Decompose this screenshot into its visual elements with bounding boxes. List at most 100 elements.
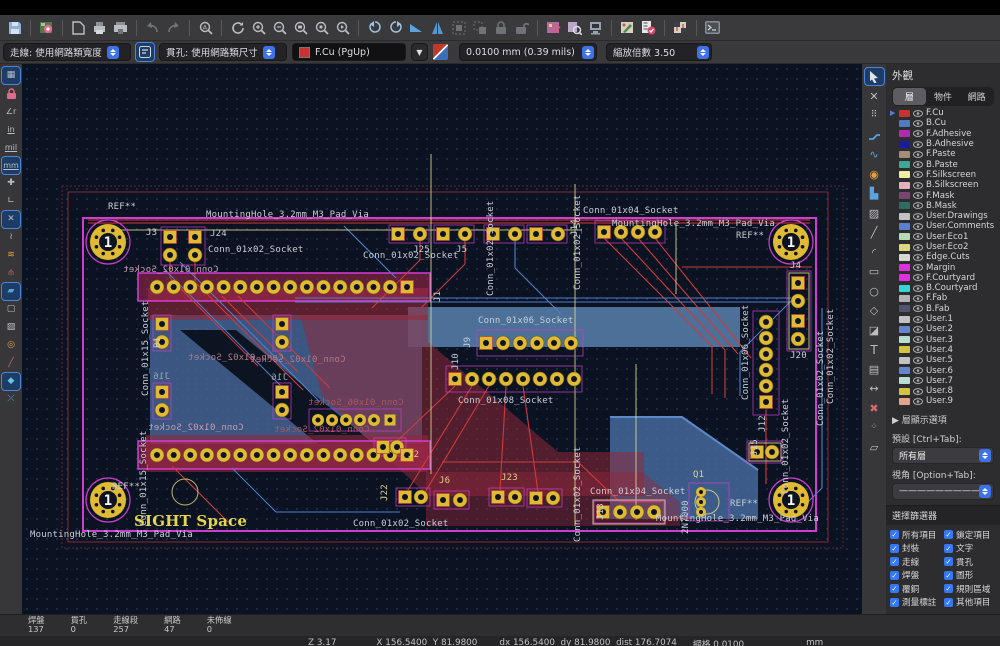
visibility-eye-icon[interactable] bbox=[913, 377, 923, 384]
track-sketch-icon[interactable]: ╱ bbox=[2, 355, 20, 372]
redo-icon[interactable] bbox=[164, 18, 183, 37]
preset-select[interactable]: 所有層 bbox=[892, 447, 994, 464]
rotate-cw-icon[interactable] bbox=[386, 18, 405, 37]
edit-footprints-icon[interactable] bbox=[618, 18, 637, 37]
polar-coords-icon[interactable]: ∠r bbox=[2, 103, 20, 120]
group-icon[interactable] bbox=[449, 18, 468, 37]
visibility-eye-icon[interactable] bbox=[913, 285, 923, 292]
layer-row[interactable]: F.Silkscreen bbox=[886, 170, 1000, 180]
layer-row[interactable]: User.2 bbox=[886, 324, 1000, 334]
filter-item[interactable]: ✓覆銅 bbox=[890, 583, 942, 595]
track-width-select[interactable]: 走線: 使用網路類寬度 bbox=[3, 43, 131, 61]
units-inch-icon[interactable]: in bbox=[2, 121, 20, 138]
visibility-eye-icon[interactable] bbox=[913, 305, 923, 312]
filter-item[interactable]: ✓封裝 bbox=[890, 542, 942, 554]
layer-color-swatch[interactable] bbox=[899, 254, 910, 261]
zone-filled-icon[interactable]: ▰ bbox=[2, 283, 20, 300]
auto-track-width-icon[interactable] bbox=[136, 43, 154, 61]
visibility-eye-icon[interactable] bbox=[913, 326, 923, 333]
layer-color-swatch[interactable] bbox=[899, 192, 910, 199]
checkbox-checked-icon[interactable]: ✓ bbox=[890, 584, 899, 593]
add-text-icon[interactable]: T bbox=[865, 341, 884, 358]
checkbox-checked-icon[interactable]: ✓ bbox=[890, 530, 899, 539]
measure-tool-icon[interactable]: ▱ bbox=[865, 439, 884, 456]
net-color-icon[interactable]: ⫛ bbox=[2, 265, 20, 282]
layer-display-options[interactable]: ▶ 層顯示選項 bbox=[886, 410, 1000, 429]
visibility-eye-icon[interactable] bbox=[913, 141, 923, 148]
layer-row[interactable]: B.Mask bbox=[886, 201, 1000, 211]
filter-item[interactable]: ✓鎖定項目 bbox=[944, 529, 996, 541]
lock-icon[interactable] bbox=[491, 18, 510, 37]
layer-color-swatch[interactable] bbox=[899, 182, 910, 189]
checkbox-checked-icon[interactable]: ✓ bbox=[944, 544, 953, 553]
layer-row[interactable]: B.Paste bbox=[886, 159, 1000, 169]
footprint-editor-icon[interactable] bbox=[544, 18, 563, 37]
find-icon[interactable]: A bbox=[196, 18, 215, 37]
layer-color-swatch[interactable] bbox=[899, 388, 910, 395]
layer-color-swatch[interactable] bbox=[899, 120, 910, 127]
stepper-icon[interactable] bbox=[697, 46, 709, 59]
checkbox-checked-icon[interactable]: ✓ bbox=[890, 544, 899, 553]
stepper-icon[interactable] bbox=[107, 46, 119, 59]
delete-tool-icon[interactable]: ✖ bbox=[865, 400, 884, 417]
layer-row[interactable]: F.Paste bbox=[886, 149, 1000, 159]
draw-polygon-icon[interactable]: ◇ bbox=[865, 302, 884, 319]
visibility-eye-icon[interactable] bbox=[913, 161, 923, 168]
zoom-out-icon[interactable] bbox=[270, 18, 289, 37]
stepper-icon[interactable] bbox=[979, 449, 991, 462]
layer-color-swatch[interactable] bbox=[899, 110, 910, 117]
grid-origin-icon[interactable]: ⁘ bbox=[865, 419, 884, 436]
viewport-select[interactable]: ————————— bbox=[892, 483, 994, 500]
layer-row[interactable]: B.Silkscreen bbox=[886, 180, 1000, 190]
scripting-console-icon[interactable] bbox=[703, 18, 722, 37]
draw-line-icon[interactable]: ╱ bbox=[865, 224, 884, 241]
layer-row[interactable]: User.Eco2 bbox=[886, 242, 1000, 252]
filter-item[interactable]: ✓走線 bbox=[890, 556, 942, 568]
visibility-eye-icon[interactable] bbox=[913, 398, 923, 405]
layer-color-swatch[interactable] bbox=[899, 213, 910, 220]
mirror-vertical-icon[interactable] bbox=[428, 18, 447, 37]
layer-row[interactable]: F.Fab bbox=[886, 293, 1000, 303]
route-tracks-icon[interactable] bbox=[865, 127, 884, 144]
visibility-eye-icon[interactable] bbox=[913, 130, 923, 137]
add-zone-icon[interactable]: ▙ bbox=[865, 185, 884, 202]
via-size-select[interactable]: 貫孔: 使用網路類尺寸 bbox=[159, 43, 287, 61]
layer-row[interactable]: User.9 bbox=[886, 396, 1000, 406]
visibility-eye-icon[interactable] bbox=[913, 192, 923, 199]
layer-color-swatch[interactable] bbox=[899, 377, 910, 384]
high-contrast-icon[interactable]: ◆ bbox=[2, 373, 20, 390]
layer-row[interactable]: User.7 bbox=[886, 376, 1000, 386]
rule-area-icon[interactable]: ▨ bbox=[865, 205, 884, 222]
layer-row[interactable]: User.Comments bbox=[886, 221, 1000, 231]
zoom-select[interactable]: 縮放倍數 3.50 bbox=[606, 43, 712, 61]
layer-color-swatch[interactable] bbox=[899, 285, 910, 292]
add-image-icon[interactable]: ◪ bbox=[865, 322, 884, 339]
add-via-icon[interactable]: ◉ bbox=[865, 166, 884, 183]
visibility-eye-icon[interactable] bbox=[913, 120, 923, 127]
visibility-eye-icon[interactable] bbox=[913, 336, 923, 343]
filter-item[interactable]: ✓圖形 bbox=[944, 569, 996, 581]
visibility-eye-icon[interactable] bbox=[913, 202, 923, 209]
visibility-eye-icon[interactable] bbox=[913, 110, 923, 117]
layer-color-swatch[interactable] bbox=[899, 274, 910, 281]
board-stats-icon[interactable] bbox=[671, 18, 690, 37]
stepper-icon[interactable] bbox=[263, 46, 275, 59]
flip-horizontal-icon[interactable] bbox=[407, 18, 426, 37]
layer-color-swatch[interactable] bbox=[899, 151, 910, 158]
layer-color-swatch[interactable] bbox=[899, 357, 910, 364]
add-textbox-icon[interactable]: ▤ bbox=[865, 361, 884, 378]
layer-row[interactable]: B.Cu bbox=[886, 118, 1000, 128]
layer-row[interactable]: User.6 bbox=[886, 365, 1000, 375]
plot-icon[interactable] bbox=[111, 18, 130, 37]
filter-item[interactable]: ✓文字 bbox=[944, 542, 996, 554]
filter-item[interactable]: ✓貫孔 bbox=[944, 556, 996, 568]
show-ratsnest-icon[interactable]: ✕ bbox=[2, 211, 20, 228]
pcb-canvas[interactable]: 1111 REF**REF**REF**REF**MountingHole_3.… bbox=[22, 64, 862, 614]
net-highlight-icon[interactable]: ≋ bbox=[2, 247, 20, 264]
layer-select[interactable]: F.Cu (PgUp) bbox=[292, 43, 406, 61]
layer-row[interactable]: User.8 bbox=[886, 386, 1000, 396]
checkbox-checked-icon[interactable]: ✓ bbox=[944, 584, 953, 593]
save-icon[interactable] bbox=[5, 18, 24, 37]
layer-row[interactable]: Margin bbox=[886, 262, 1000, 272]
local-ratsnest-icon[interactable]: ✕ bbox=[865, 88, 884, 105]
